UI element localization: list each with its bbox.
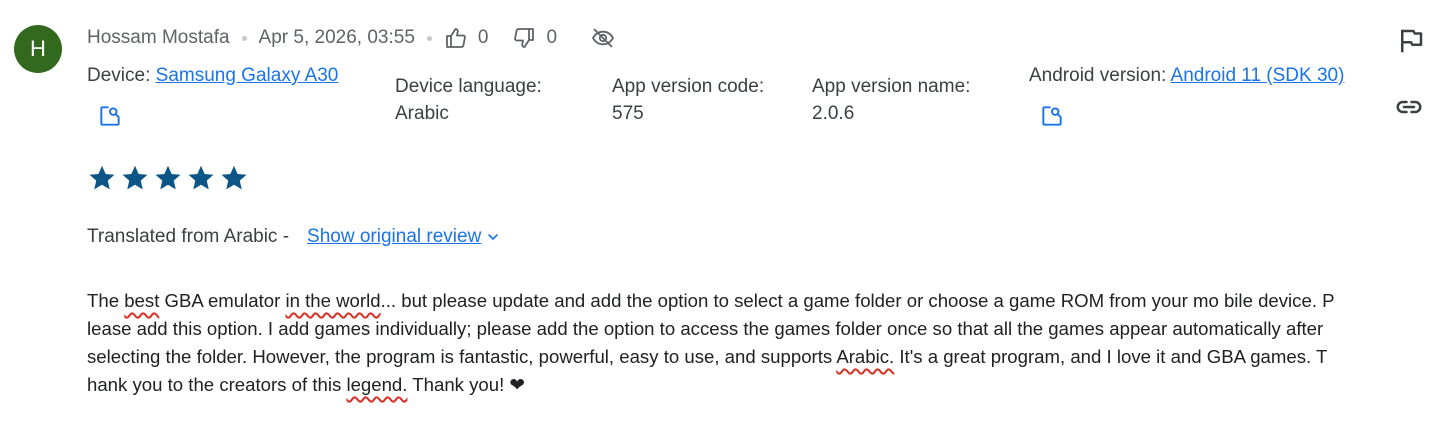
android-version-label: Android version: xyxy=(1029,65,1167,86)
separator-dot xyxy=(241,35,247,41)
device-language-value: Arabic xyxy=(395,103,449,124)
thumbs-up-icon xyxy=(445,28,466,48)
spellcheck-highlighted-text: in the world xyxy=(285,290,381,311)
thumbs-down-icon xyxy=(514,28,535,48)
star-icon xyxy=(89,165,115,190)
show-original-review-label: Show original review xyxy=(307,226,482,247)
review-header: Hossam Mostafa Apr 5, 2026, 03:55 0 0 xyxy=(87,24,615,52)
open-external-icon[interactable] xyxy=(97,103,123,129)
separator-dot xyxy=(426,35,432,41)
star-rating xyxy=(87,163,249,193)
app-version-code-info: App version code: 575 xyxy=(612,73,764,127)
review-date: Apr 5, 2026, 03:55 xyxy=(258,27,415,48)
app-version-code-value: 575 xyxy=(612,103,644,124)
thumbs-down-button[interactable]: 0 xyxy=(512,26,557,50)
star-icon xyxy=(155,165,181,190)
spellcheck-highlighted-text: legend. xyxy=(346,374,408,395)
device-link[interactable]: Samsung Galaxy A30 xyxy=(156,65,339,86)
link-icon[interactable] xyxy=(1394,92,1424,122)
translation-label: Translated from Arabic - xyxy=(87,226,290,247)
app-version-code-label: App version code: xyxy=(612,76,765,97)
author-name: Hossam Mostafa xyxy=(87,27,230,48)
review-text: The best GBA emulator in the world... bu… xyxy=(87,287,1337,399)
thumbs-down-count: 0 xyxy=(546,27,558,48)
thumbs-up-count: 0 xyxy=(477,27,489,48)
spellcheck-highlighted-text: Arabic. xyxy=(836,346,895,367)
review-text-segment: The xyxy=(87,290,125,311)
review-text-segment: Thank you! ❤ xyxy=(407,374,526,395)
star-icon xyxy=(122,165,148,190)
chevron-down-icon xyxy=(488,234,499,240)
open-external-icon[interactable] xyxy=(1039,103,1065,129)
spellcheck-highlighted-text: best xyxy=(124,290,160,311)
app-version-name-value: 2.0.6 xyxy=(812,103,855,124)
translation-notice: Translated from Arabic - Show original r… xyxy=(87,226,501,248)
star-icon xyxy=(188,165,214,190)
thumbs-up-button[interactable]: 0 xyxy=(444,26,489,50)
android-version-link[interactable]: Android 11 (SDK 30) xyxy=(1171,65,1345,86)
review-text-segment: GBA emulator xyxy=(159,290,286,311)
device-info: Device: Samsung Galaxy A30 xyxy=(87,62,338,129)
app-version-name-label: App version name: xyxy=(812,76,971,97)
star-icon xyxy=(221,165,247,190)
avatar-initial: H xyxy=(30,36,46,61)
review-card: H Hossam Mostafa Apr 5, 2026, 03:55 0 0 xyxy=(0,0,1440,421)
show-original-review-button[interactable]: Show original review xyxy=(307,226,501,248)
device-language-info: Device language: Arabic xyxy=(395,73,542,127)
app-version-name-info: App version name: 2.0.6 xyxy=(812,73,970,127)
android-version-info: Android version: Android 11 (SDK 30) xyxy=(1029,62,1344,129)
flag-icon[interactable] xyxy=(1396,26,1426,56)
device-label: Device: xyxy=(87,65,151,86)
hide-review-button[interactable] xyxy=(591,26,615,50)
eye-off-icon xyxy=(592,28,615,48)
device-language-label: Device language: xyxy=(395,76,542,97)
avatar: H xyxy=(14,25,62,73)
